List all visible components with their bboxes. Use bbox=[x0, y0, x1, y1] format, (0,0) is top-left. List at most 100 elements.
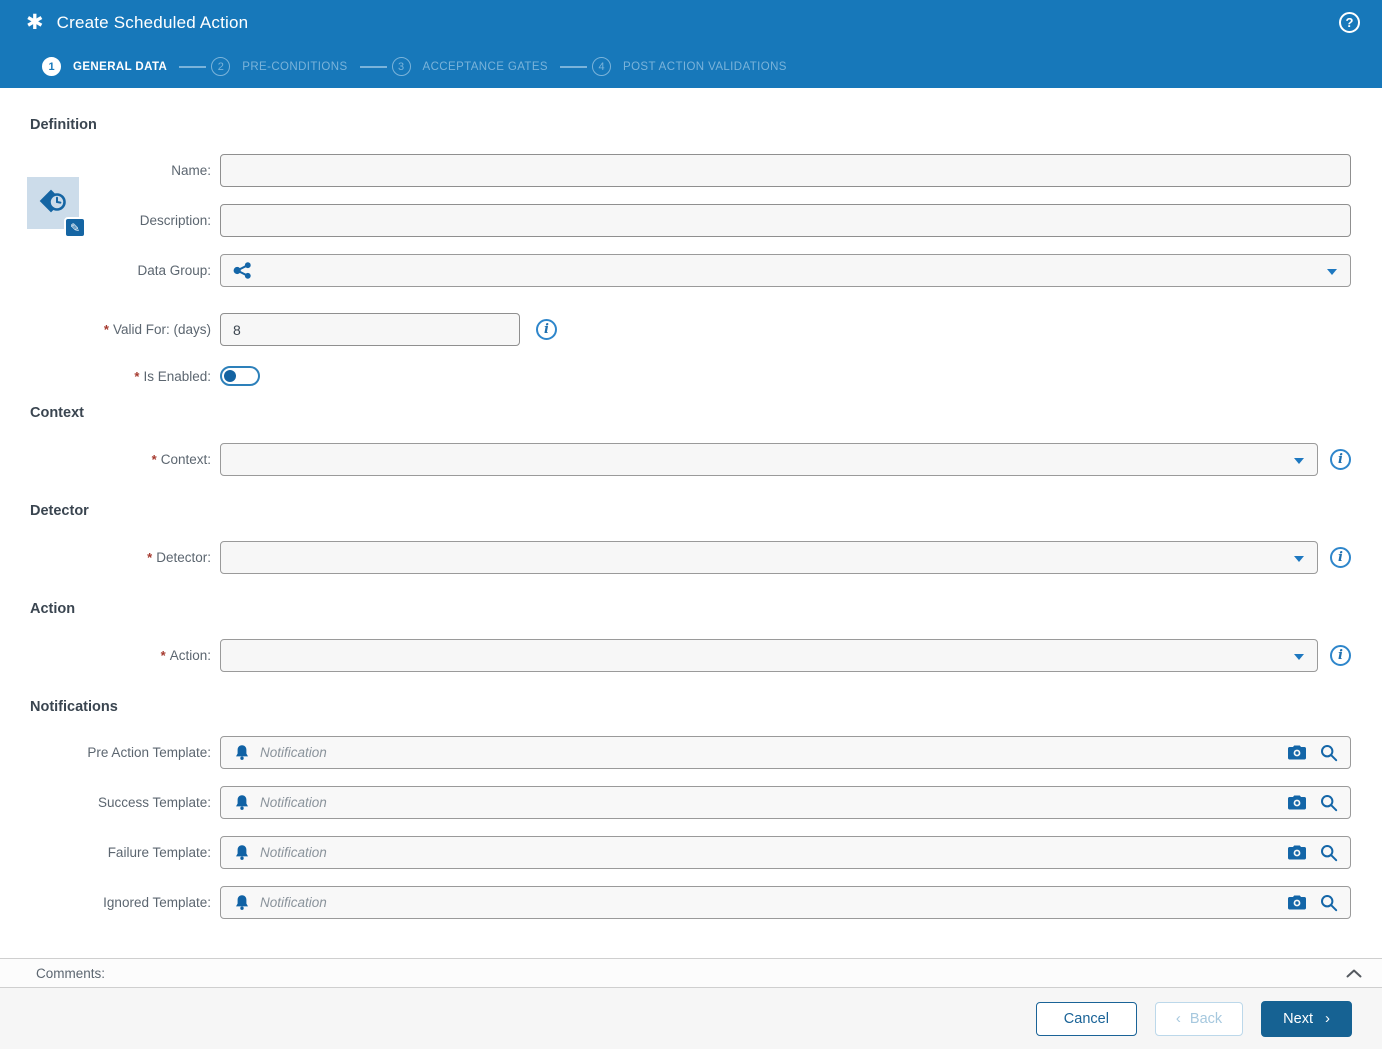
section-heading-definition: Definition bbox=[30, 117, 97, 133]
camera-icon[interactable] bbox=[1287, 795, 1307, 810]
pencil-icon: ✎ bbox=[69, 220, 81, 235]
action-info-icon[interactable]: i bbox=[1330, 645, 1351, 666]
required-marker: * bbox=[160, 648, 166, 663]
search-icon[interactable] bbox=[1320, 744, 1338, 762]
description-row: Description: bbox=[30, 204, 1351, 237]
bell-icon bbox=[236, 895, 248, 910]
step-connector bbox=[179, 65, 207, 68]
back-button-label: Back bbox=[1189, 1010, 1223, 1027]
detector-select[interactable] bbox=[220, 541, 1318, 574]
wizard-stepper: 1 GENERAL DATA 2 PRE-CONDITIONS 3 ACCEPT… bbox=[0, 45, 1382, 88]
camera-icon[interactable] bbox=[1287, 895, 1307, 910]
ignored-template-field[interactable]: Notification bbox=[220, 886, 1351, 919]
is-enabled-label: * Is Enabled: bbox=[134, 368, 211, 384]
data-group-share-icon bbox=[233, 262, 251, 279]
required-marker: * bbox=[147, 550, 153, 565]
chevron-down-icon bbox=[1294, 556, 1304, 562]
asterisk-icon: ✱ bbox=[26, 11, 44, 34]
title-bar: ✱ Create Scheduled Action ? bbox=[0, 0, 1382, 45]
description-input[interactable] bbox=[220, 204, 1351, 237]
action-label: * Action: bbox=[160, 648, 211, 663]
action-select[interactable] bbox=[220, 639, 1318, 672]
step-connector bbox=[359, 65, 387, 68]
detector-label: * Detector: bbox=[147, 550, 211, 565]
toggle-knob bbox=[224, 370, 236, 382]
pre-action-template-field[interactable]: Notification bbox=[220, 736, 1351, 769]
chevron-left-icon: ‹ bbox=[1175, 1010, 1181, 1027]
step-connector bbox=[560, 65, 587, 68]
action-row: * Action: i bbox=[30, 639, 1351, 672]
step-label: ACCEPTANCE GATES bbox=[422, 60, 548, 73]
chevron-down-icon bbox=[1294, 654, 1304, 660]
placeholder-text: Notification bbox=[260, 745, 327, 760]
context-info-icon[interactable]: i bbox=[1330, 449, 1351, 470]
step-label: GENERAL DATA bbox=[73, 60, 168, 73]
success-template-label: Success Template: bbox=[97, 795, 211, 810]
help-icon[interactable]: ? bbox=[1339, 12, 1360, 33]
step-post-action-validations[interactable]: 4 POST ACTION VALIDATIONS bbox=[592, 57, 799, 76]
edit-icon-button[interactable]: ✎ bbox=[64, 217, 86, 238]
required-marker: * bbox=[134, 368, 140, 384]
success-template-row: Success Template: Notification bbox=[30, 786, 1351, 819]
collapse-comments-button[interactable] bbox=[1346, 969, 1362, 978]
footer-bar: Cancel ‹ Back Next › bbox=[0, 988, 1382, 1049]
failure-template-field[interactable]: Notification bbox=[220, 836, 1351, 869]
pre-action-template-row: Pre Action Template: Notification bbox=[30, 736, 1351, 769]
name-label: Name: bbox=[171, 163, 211, 178]
detector-info-icon[interactable]: i bbox=[1330, 547, 1351, 568]
required-marker: * bbox=[103, 322, 109, 337]
next-button[interactable]: Next › bbox=[1261, 1000, 1352, 1037]
is-enabled-row: * Is Enabled: bbox=[30, 366, 1351, 386]
step-acceptance-gates[interactable]: 3 ACCEPTANCE GATES bbox=[391, 57, 560, 76]
step-label: POST ACTION VALIDATIONS bbox=[623, 60, 787, 73]
bell-icon bbox=[236, 745, 248, 760]
next-button-label: Next bbox=[1283, 1010, 1313, 1027]
ignored-template-row: Ignored Template: Notification bbox=[30, 886, 1351, 919]
camera-icon[interactable] bbox=[1287, 845, 1307, 860]
camera-icon[interactable] bbox=[1287, 745, 1307, 760]
valid-for-info-icon[interactable]: i bbox=[536, 319, 557, 340]
valid-for-row: *Valid For: (days) i bbox=[30, 313, 1351, 346]
step-number: 2 bbox=[211, 57, 231, 76]
section-heading-action: Action bbox=[30, 601, 76, 617]
data-group-row: Data Group: bbox=[30, 254, 1351, 287]
failure-template-row: Failure Template: Notification bbox=[30, 836, 1351, 869]
step-general-data[interactable]: 1 GENERAL DATA bbox=[42, 57, 179, 76]
search-icon[interactable] bbox=[1320, 844, 1338, 862]
step-label: PRE-CONDITIONS bbox=[242, 60, 348, 73]
is-enabled-toggle[interactable] bbox=[220, 366, 260, 386]
ignored-template-label: Ignored Template: bbox=[103, 895, 211, 910]
context-select[interactable] bbox=[220, 443, 1318, 476]
success-template-field[interactable]: Notification bbox=[220, 786, 1351, 819]
valid-for-label: * Valid For: (days) bbox=[103, 322, 211, 337]
comments-bar: Comments: bbox=[0, 958, 1382, 988]
step-number: 3 bbox=[391, 57, 411, 76]
context-row: * Context: i bbox=[30, 443, 1351, 476]
data-group-select[interactable] bbox=[220, 254, 1351, 287]
form-body: Definition ✎ Name: Description: Data Gro… bbox=[0, 117, 1382, 919]
placeholder-text: Notification bbox=[260, 845, 327, 860]
search-icon[interactable] bbox=[1320, 794, 1338, 812]
failure-template-label: Failure Template: bbox=[107, 845, 211, 860]
valid-for-input[interactable] bbox=[220, 313, 520, 346]
chevron-up-icon bbox=[1346, 969, 1362, 977]
section-heading-detector: Detector bbox=[30, 503, 89, 519]
name-input[interactable] bbox=[220, 154, 1351, 187]
required-marker: * bbox=[151, 452, 157, 467]
bell-icon bbox=[236, 795, 248, 810]
page-title: Create Scheduled Action bbox=[56, 12, 249, 32]
section-heading-notifications: Notifications bbox=[30, 699, 118, 715]
chevron-down-icon bbox=[1294, 458, 1304, 464]
pre-action-template-label: Pre Action Template: bbox=[87, 745, 211, 760]
search-icon[interactable] bbox=[1320, 894, 1338, 912]
placeholder-text: Notification bbox=[260, 895, 327, 910]
section-heading-context: Context bbox=[30, 405, 84, 421]
step-number: 4 bbox=[592, 57, 611, 76]
step-pre-conditions[interactable]: 2 PRE-CONDITIONS bbox=[211, 57, 359, 76]
comments-label: Comments: bbox=[36, 965, 106, 981]
placeholder-text: Notification bbox=[260, 795, 327, 810]
back-button[interactable]: ‹ Back bbox=[1154, 1001, 1244, 1036]
bell-icon bbox=[236, 845, 248, 860]
cancel-button[interactable]: Cancel bbox=[1035, 1001, 1137, 1036]
chevron-down-icon bbox=[1327, 269, 1337, 275]
